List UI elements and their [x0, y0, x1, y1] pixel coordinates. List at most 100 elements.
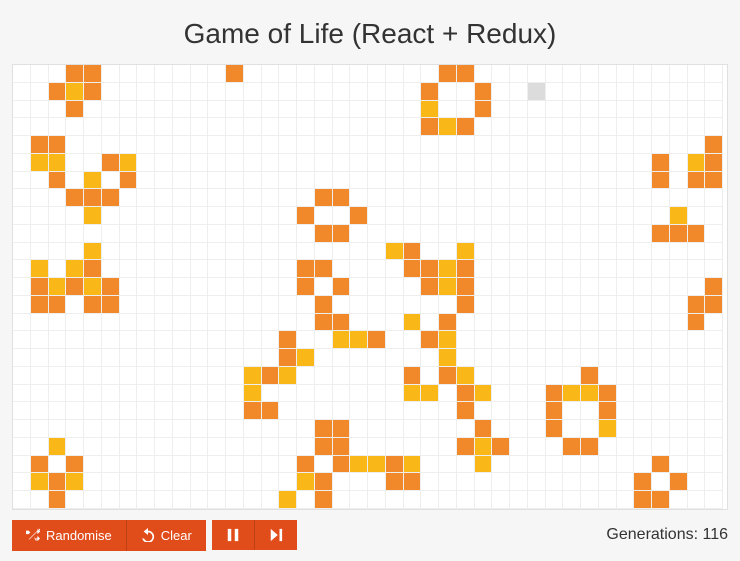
grid-cell[interactable]	[457, 385, 475, 403]
grid-cell[interactable]	[599, 118, 617, 136]
grid-cell[interactable]	[404, 278, 422, 296]
grid-cell[interactable]	[617, 296, 635, 314]
grid-cell[interactable]	[599, 260, 617, 278]
grid-cell[interactable]	[120, 189, 138, 207]
grid-cell[interactable]	[599, 402, 617, 420]
grid-cell[interactable]	[137, 438, 155, 456]
grid-cell[interactable]	[581, 207, 599, 225]
grid-cell[interactable]	[705, 314, 723, 332]
grid-cell[interactable]	[191, 473, 209, 491]
grid-cell[interactable]	[705, 83, 723, 101]
grid-cell[interactable]	[634, 456, 652, 474]
grid-cell[interactable]	[546, 101, 564, 119]
grid-cell[interactable]	[386, 65, 404, 83]
grid-cell[interactable]	[581, 456, 599, 474]
grid-cell[interactable]	[510, 225, 528, 243]
grid-cell[interactable]	[705, 65, 723, 83]
grid-cell[interactable]	[599, 314, 617, 332]
grid-cell[interactable]	[102, 118, 120, 136]
grid-cell[interactable]	[191, 260, 209, 278]
grid-cell[interactable]	[670, 314, 688, 332]
grid-cell[interactable]	[652, 438, 670, 456]
grid-cell[interactable]	[208, 225, 226, 243]
grid-cell[interactable]	[599, 438, 617, 456]
grid-cell[interactable]	[386, 278, 404, 296]
grid-cell[interactable]	[563, 154, 581, 172]
grid-cell[interactable]	[617, 473, 635, 491]
grid-cell[interactable]	[13, 296, 31, 314]
grid-cell[interactable]	[475, 438, 493, 456]
grid-cell[interactable]	[386, 331, 404, 349]
grid-cell[interactable]	[102, 101, 120, 119]
grid-cell[interactable]	[546, 118, 564, 136]
grid-cell[interactable]	[439, 349, 457, 367]
grid-cell[interactable]	[510, 260, 528, 278]
grid-cell[interactable]	[475, 402, 493, 420]
grid-cell[interactable]	[439, 278, 457, 296]
grid-cell[interactable]	[191, 367, 209, 385]
grid-cell[interactable]	[368, 83, 386, 101]
grid-cell[interactable]	[688, 189, 706, 207]
grid-cell[interactable]	[315, 438, 333, 456]
grid-cell[interactable]	[315, 491, 333, 509]
grid-cell[interactable]	[208, 420, 226, 438]
grid-cell[interactable]	[705, 260, 723, 278]
grid-cell[interactable]	[120, 438, 138, 456]
grid-cell[interactable]	[617, 118, 635, 136]
grid-cell[interactable]	[173, 260, 191, 278]
grid-cell[interactable]	[84, 83, 102, 101]
grid-cell[interactable]	[439, 118, 457, 136]
grid-cell[interactable]	[563, 260, 581, 278]
grid-cell[interactable]	[510, 420, 528, 438]
grid-cell[interactable]	[492, 83, 510, 101]
grid-cell[interactable]	[510, 65, 528, 83]
grid-cell[interactable]	[386, 402, 404, 420]
grid-cell[interactable]	[262, 65, 280, 83]
grid-cell[interactable]	[315, 385, 333, 403]
grid-cell[interactable]	[546, 207, 564, 225]
grid-cell[interactable]	[599, 243, 617, 261]
grid-cell[interactable]	[173, 278, 191, 296]
grid-cell[interactable]	[652, 473, 670, 491]
grid-cell[interactable]	[652, 225, 670, 243]
grid-cell[interactable]	[226, 278, 244, 296]
grid-cell[interactable]	[13, 154, 31, 172]
grid-cell[interactable]	[84, 349, 102, 367]
grid-cell[interactable]	[226, 473, 244, 491]
grid-cell[interactable]	[457, 349, 475, 367]
grid-cell[interactable]	[297, 349, 315, 367]
grid-cell[interactable]	[137, 136, 155, 154]
grid-cell[interactable]	[492, 331, 510, 349]
grid-cell[interactable]	[137, 420, 155, 438]
grid-cell[interactable]	[120, 385, 138, 403]
grid-cell[interactable]	[652, 136, 670, 154]
grid-cell[interactable]	[439, 296, 457, 314]
grid-cell[interactable]	[688, 314, 706, 332]
step-button[interactable]	[254, 520, 297, 550]
grid-cell[interactable]	[137, 83, 155, 101]
grid-cell[interactable]	[13, 331, 31, 349]
grid-cell[interactable]	[173, 225, 191, 243]
grid-cell[interactable]	[297, 154, 315, 172]
grid-cell[interactable]	[262, 225, 280, 243]
grid-cell[interactable]	[421, 243, 439, 261]
grid-cell[interactable]	[244, 349, 262, 367]
grid-cell[interactable]	[475, 456, 493, 474]
grid-cell[interactable]	[102, 136, 120, 154]
grid-cell[interactable]	[173, 438, 191, 456]
grid-cell[interactable]	[279, 314, 297, 332]
grid-cell[interactable]	[457, 491, 475, 509]
grid-cell[interactable]	[670, 349, 688, 367]
grid-cell[interactable]	[31, 314, 49, 332]
grid-cell[interactable]	[279, 136, 297, 154]
grid-cell[interactable]	[137, 243, 155, 261]
grid-cell[interactable]	[510, 473, 528, 491]
grid-cell[interactable]	[120, 243, 138, 261]
grid-cell[interactable]	[457, 136, 475, 154]
grid-cell[interactable]	[120, 456, 138, 474]
grid-cell[interactable]	[226, 118, 244, 136]
grid-cell[interactable]	[688, 83, 706, 101]
grid-cell[interactable]	[670, 491, 688, 509]
grid-cell[interactable]	[581, 438, 599, 456]
grid-cell[interactable]	[350, 225, 368, 243]
